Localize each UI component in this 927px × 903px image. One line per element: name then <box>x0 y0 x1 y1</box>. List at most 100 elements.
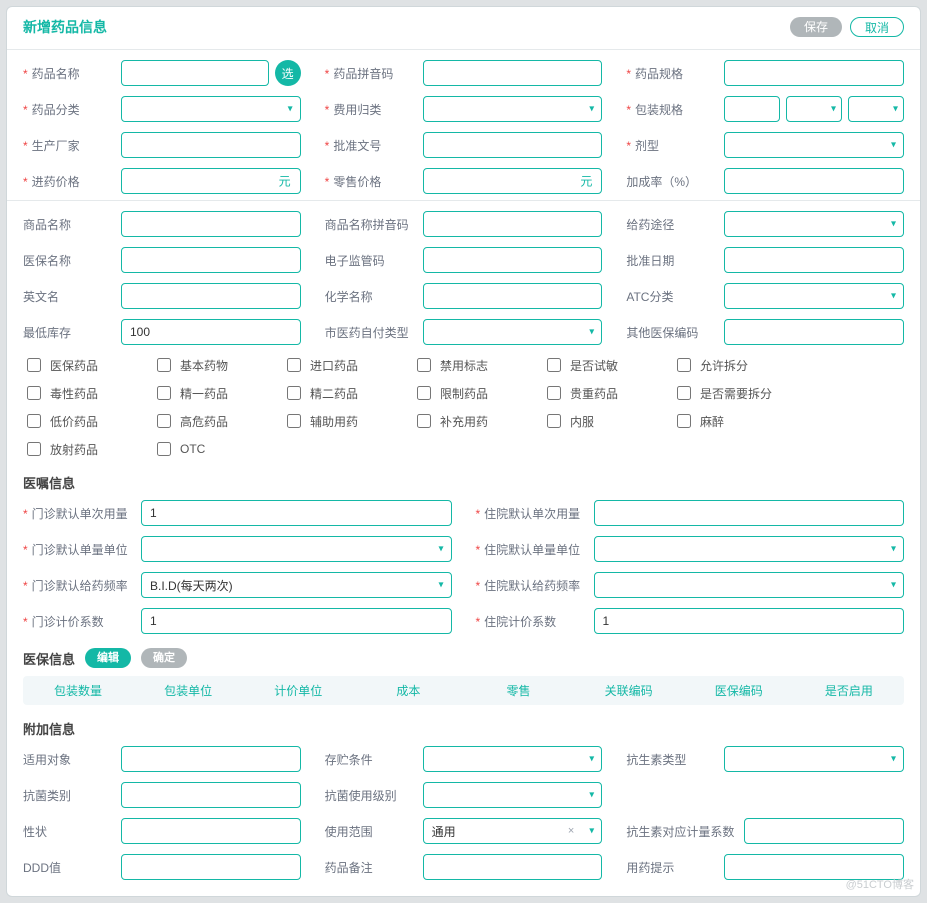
drug-name-input[interactable] <box>121 60 269 86</box>
checkbox-input[interactable] <box>417 358 431 372</box>
checkbox-5[interactable]: 允许拆分 <box>673 355 803 375</box>
ins-name-input[interactable] <box>121 247 301 273</box>
en-input[interactable] <box>121 283 301 309</box>
checkbox-label: 辅助用药 <box>310 413 358 430</box>
markup-input[interactable] <box>724 168 904 194</box>
checkbox-10[interactable]: 贵重药品 <box>543 383 673 403</box>
checkbox-input[interactable] <box>287 358 301 372</box>
label-pinyin: 药品拼音码 <box>325 65 415 82</box>
checkbox-input[interactable] <box>157 414 171 428</box>
inprice-input[interactable] <box>121 168 301 194</box>
spec-input[interactable] <box>724 60 904 86</box>
retail-input[interactable] <box>423 168 603 194</box>
character-input[interactable] <box>121 818 301 844</box>
checkbox-15[interactable]: 补充用药 <box>413 411 543 431</box>
label-retail: 零售价格 <box>325 173 415 190</box>
ins-edit-button[interactable]: 编辑 <box>85 648 131 668</box>
op-unit-select[interactable] <box>141 536 452 562</box>
checkbox-12[interactable]: 低价药品 <box>23 411 153 431</box>
label-selfpay: 市医药自付类型 <box>325 324 415 341</box>
minstock-input[interactable] <box>121 319 301 345</box>
mfr-input[interactable] <box>121 132 301 158</box>
ip-freq-select[interactable] <box>594 572 905 598</box>
checkbox-2[interactable]: 进口药品 <box>283 355 413 375</box>
checkbox-input[interactable] <box>417 414 431 428</box>
op-coef-input[interactable] <box>141 608 452 634</box>
pkg-qty-input[interactable] <box>724 96 780 122</box>
route-select[interactable] <box>724 211 904 237</box>
fee-select[interactable] <box>423 96 603 122</box>
pick-drug-button[interactable]: 选 <box>275 60 301 86</box>
checkbox-input[interactable] <box>27 442 41 456</box>
dosform-select[interactable] <box>724 132 904 158</box>
checkbox-6[interactable]: 毒性药品 <box>23 383 153 403</box>
atc-select[interactable] <box>724 283 904 309</box>
checkbox-input[interactable] <box>27 386 41 400</box>
checkbox-11[interactable]: 是否需要拆分 <box>673 383 803 403</box>
checkbox-input[interactable] <box>547 358 561 372</box>
checkbox-input[interactable] <box>677 386 691 400</box>
checkbox-input[interactable] <box>287 386 301 400</box>
checkbox-label: 低价药品 <box>50 413 98 430</box>
ip-dose-input[interactable] <box>594 500 905 526</box>
checkbox-input[interactable] <box>157 386 171 400</box>
checkbox-9[interactable]: 限制药品 <box>413 383 543 403</box>
checkbox-16[interactable]: 内服 <box>543 411 673 431</box>
other-ins-input[interactable] <box>724 319 904 345</box>
checkbox-input[interactable] <box>27 358 41 372</box>
checkbox-4[interactable]: 是否试敏 <box>543 355 673 375</box>
checkbox-1[interactable]: 基本药物 <box>153 355 283 375</box>
checkbox-17[interactable]: 麻醉 <box>673 411 803 431</box>
storage-select[interactable] <box>423 746 603 772</box>
chem-input[interactable] <box>423 283 603 309</box>
checkbox-input[interactable] <box>547 414 561 428</box>
checkbox-19[interactable]: OTC <box>153 439 283 459</box>
abx-coef-input[interactable] <box>744 818 904 844</box>
checkbox-input[interactable] <box>677 414 691 428</box>
cancel-button[interactable]: 取消 <box>850 17 904 37</box>
target-input[interactable] <box>121 746 301 772</box>
ins-title-text: 医保信息 <box>23 649 75 668</box>
checkbox-18[interactable]: 放射药品 <box>23 439 153 459</box>
checkbox-label: 限制药品 <box>440 385 488 402</box>
checkbox-7[interactable]: 精一药品 <box>153 383 283 403</box>
approval-input[interactable] <box>423 132 603 158</box>
selfpay-select[interactable] <box>423 319 603 345</box>
pinyin-input[interactable] <box>423 60 603 86</box>
scope-select[interactable] <box>423 818 603 844</box>
ins-ok-button[interactable]: 确定 <box>141 648 187 668</box>
label-scope: 使用范围 <box>325 823 415 840</box>
checkbox-13[interactable]: 高危药品 <box>153 411 283 431</box>
checkbox-input[interactable] <box>157 442 171 456</box>
checkbox-input[interactable] <box>287 414 301 428</box>
category-select[interactable] <box>121 96 301 122</box>
ip-unit-select[interactable] <box>594 536 905 562</box>
abx-type-select[interactable] <box>724 746 904 772</box>
save-button[interactable]: 保存 <box>790 17 842 37</box>
ecode-input[interactable] <box>423 247 603 273</box>
label-ip-coef: 住院计价系数 <box>476 613 586 630</box>
table-col-header: 是否启用 <box>794 682 904 699</box>
checkbox-input[interactable] <box>547 386 561 400</box>
checkbox-input[interactable] <box>417 386 431 400</box>
checkbox-input[interactable] <box>27 414 41 428</box>
ip-coef-input[interactable] <box>594 608 905 634</box>
remark-input[interactable] <box>423 854 603 880</box>
checkbox-14[interactable]: 辅助用药 <box>283 411 413 431</box>
abx-cat-input[interactable] <box>121 782 301 808</box>
pkg-unit1-select[interactable] <box>786 96 842 122</box>
checkbox-input[interactable] <box>157 358 171 372</box>
checkbox-0[interactable]: 医保药品 <box>23 355 153 375</box>
checkbox-3[interactable]: 禁用标志 <box>413 355 543 375</box>
trade-py-input[interactable] <box>423 211 603 237</box>
ddd-input[interactable] <box>121 854 301 880</box>
checkbox-8[interactable]: 精二药品 <box>283 383 413 403</box>
abx-level-select[interactable] <box>423 782 603 808</box>
op-freq-select[interactable] <box>141 572 452 598</box>
pkg-unit2-select[interactable] <box>848 96 904 122</box>
checkbox-input[interactable] <box>677 358 691 372</box>
label-op-coef: 门诊计价系数 <box>23 613 133 630</box>
op-dose-input[interactable] <box>141 500 452 526</box>
trade-input[interactable] <box>121 211 301 237</box>
appr-date-input[interactable] <box>724 247 904 273</box>
